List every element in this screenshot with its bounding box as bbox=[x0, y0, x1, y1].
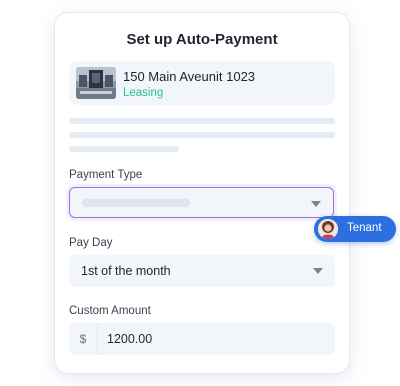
property-name: 150 Main Aveunit 1023 bbox=[123, 69, 256, 84]
user-avatar-icon bbox=[318, 219, 338, 239]
property-photo-icon bbox=[76, 67, 116, 99]
tenant-label: Tenant bbox=[347, 222, 382, 234]
page-title: Set up Auto-Payment bbox=[126, 31, 278, 48]
custom-amount-value: 1200.00 bbox=[107, 332, 153, 346]
tenant-cursor-badge: Tenant bbox=[314, 216, 396, 242]
property-status: Leasing bbox=[123, 87, 164, 99]
chevron-down-icon bbox=[311, 201, 321, 207]
payment-type-label: Payment Type bbox=[69, 169, 143, 181]
custom-amount-input[interactable]: $ 1200.00 bbox=[69, 323, 335, 355]
skeleton-line bbox=[69, 132, 335, 138]
skeleton-line bbox=[69, 146, 179, 152]
pay-day-label: Pay Day bbox=[69, 237, 113, 249]
property-summary: 150 Main Aveunit 1023 Leasing bbox=[69, 61, 335, 105]
currency-symbol: $ bbox=[69, 323, 98, 355]
avatar bbox=[318, 219, 338, 239]
auto-payment-card: Set up Auto-Payment 150 Main Aveunit 102… bbox=[54, 12, 350, 374]
payment-type-select[interactable] bbox=[69, 187, 334, 218]
custom-amount-label: Custom Amount bbox=[69, 305, 151, 317]
chevron-down-icon bbox=[313, 268, 323, 274]
skeleton-line bbox=[69, 118, 335, 124]
payment-type-placeholder bbox=[82, 199, 190, 207]
property-thumbnail bbox=[76, 67, 116, 99]
pay-day-value: 1st of the month bbox=[81, 264, 171, 278]
pay-day-select[interactable]: 1st of the month bbox=[69, 255, 335, 287]
